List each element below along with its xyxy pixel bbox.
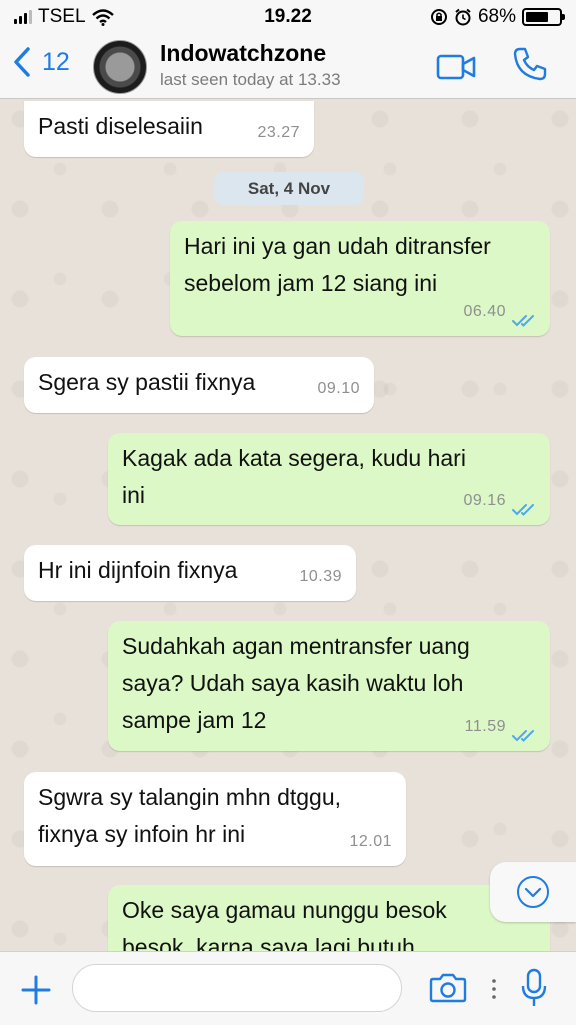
message-text: Oke saya gamau nunggu besok <box>122 897 447 923</box>
message-text: Sgera sy pastii fixnya <box>38 369 256 395</box>
chat-area[interactable]: Pasti diselesaiin 23.27 Sat, 4 Nov Hari … <box>0 99 576 951</box>
date-separator: Sat, 4 Nov <box>214 172 364 205</box>
contact-status: last seen today at 13.33 <box>160 70 341 89</box>
message-text: Hari ini ya gan udah ditransfer <box>184 233 491 259</box>
message-text: fixnya sy infoin hr ini <box>38 821 246 847</box>
message-time: 06.40 <box>463 303 506 320</box>
rotation-lock-icon <box>430 9 447 25</box>
plus-icon[interactable] <box>20 974 52 1006</box>
incoming-message[interactable]: Sgwra sy talangin mhn dtggu, fixnya sy i… <box>24 772 406 866</box>
message-text: Kagak ada kata segera, kudu hari <box>122 445 466 471</box>
outgoing-message[interactable]: Oke saya gamau nunggu besok besok, karna… <box>108 885 550 951</box>
message-text: Hr ini dijnfoin fixnya <box>38 557 238 583</box>
message-time: 10.39 <box>299 568 342 585</box>
more-dots-icon[interactable] <box>490 978 498 1000</box>
battery-percent: 68% <box>477 6 516 27</box>
chat-header: 12 Indowatchzone last seen today at 13.3… <box>0 34 576 99</box>
microphone-icon[interactable] <box>520 968 548 1008</box>
message-time: 12.01 <box>349 833 392 850</box>
video-call-icon[interactable] <box>436 54 476 80</box>
message-time: 09.16 <box>463 492 506 509</box>
message-text: besok, karna saya lagi butuh <box>122 934 415 951</box>
message-text: saya? Udah saya kasih waktu loh <box>122 670 464 696</box>
message-text: Sgwra sy talangin mhn dtggu, <box>38 784 342 810</box>
alarm-icon <box>455 8 471 26</box>
incoming-message[interactable]: Pasti diselesaiin 23.27 <box>24 101 314 157</box>
avatar[interactable] <box>93 40 147 94</box>
chevron-down-icon <box>517 876 549 908</box>
message-text: Sudahkah agan mentransfer uang <box>122 633 470 659</box>
back-unread-count: 12 <box>42 47 70 76</box>
outgoing-message[interactable]: Sudahkah agan mentransfer uang saya? Uda… <box>108 621 550 751</box>
read-receipt-icon <box>512 730 534 742</box>
camera-icon[interactable] <box>428 972 468 1004</box>
outgoing-message[interactable]: Kagak ada kata segera, kudu hari ini 09.… <box>108 433 550 525</box>
status-right: 68% <box>430 6 565 28</box>
phone-icon[interactable] <box>512 46 548 82</box>
message-time: 23.27 <box>257 124 300 141</box>
status-bar: TSEL 19.22 68% <box>0 0 576 34</box>
read-receipt-icon <box>512 315 534 327</box>
message-input-bar <box>0 951 576 1025</box>
message-input[interactable] <box>72 964 402 1012</box>
incoming-message[interactable]: Hr ini dijnfoin fixnya 10.39 <box>24 545 356 601</box>
read-receipt-icon <box>512 504 534 516</box>
message-time: 11.59 <box>464 718 506 735</box>
outgoing-message[interactable]: Hari ini ya gan udah ditransfer sebelom … <box>170 221 550 336</box>
contact-name[interactable]: Indowatchzone <box>160 40 326 67</box>
back-button[interactable]: 12 <box>12 46 70 78</box>
scroll-to-bottom-button[interactable] <box>490 862 576 922</box>
chevron-left-icon <box>14 47 30 77</box>
battery-icon <box>522 8 565 26</box>
message-time: 09.10 <box>317 380 360 397</box>
incoming-message[interactable]: Sgera sy pastii fixnya 09.10 <box>24 357 374 413</box>
